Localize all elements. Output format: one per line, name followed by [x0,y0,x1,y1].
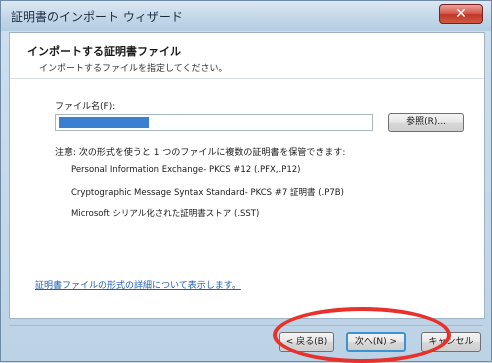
title-bar[interactable]: 証明書のインポート ウィザード ✕ [1,1,491,31]
file-format-details-link[interactable]: 証明書ファイルの形式の詳細について表示します。 [35,278,241,291]
cancel-button[interactable]: キャンセル [421,332,481,352]
header-divider [10,78,484,79]
footer-divider [9,325,483,326]
wizard-content-panel: インポートする証明書ファイル インポートするファイルを指定してください。 ファイ… [9,32,485,319]
back-button[interactable]: < 戻る(B) [279,332,334,352]
close-icon: ✕ [455,6,467,22]
page-title: インポートする証明書ファイル [27,45,181,58]
page-subtitle: インポートするファイルを指定してください。 [39,64,228,74]
window-title: 証明書のインポート ウィザード [11,10,183,24]
format-item-pfx: Personal Information Exchange- PKCS #12 … [71,165,301,175]
file-name-label: ファイル名(F): [55,102,116,112]
format-item-p7b: Cryptographic Message Syntax Standard- P… [71,188,344,198]
file-name-selected-text [59,117,149,128]
format-note: 注意: 次の形式を使うと 1 つのファイルに複数の証明書を保管できます: [55,148,346,158]
browse-button[interactable]: 参照(R)... [388,113,464,132]
import-wizard-window: 証明書のインポート ウィザード ✕ インポートする証明書ファイル インポートする… [0,0,492,363]
format-item-sst: Microsoft シリアル化された証明書ストア (.SST) [71,209,260,219]
next-button[interactable]: 次へ(N) > [346,332,406,352]
close-button[interactable]: ✕ [439,4,483,24]
